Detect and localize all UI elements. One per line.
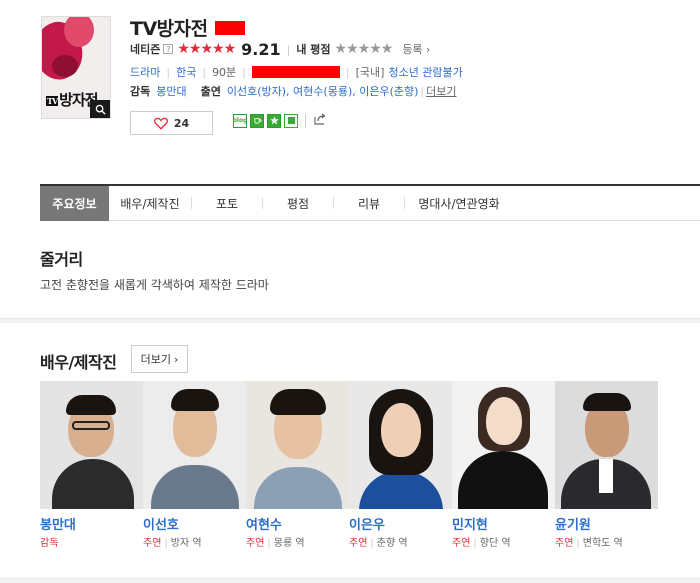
like-button[interactable]: 24 [130,111,213,135]
poster-flower-petal [64,17,94,47]
cast-card[interactable]: 봉만대 감독 [40,381,143,551]
redacted-block [251,66,340,78]
country-link[interactable]: 한국 [176,64,196,80]
memo-share-icon[interactable] [284,113,298,128]
divider: | [286,42,291,56]
cast-role: 주연 | 몽룡 역 [246,538,305,549]
share-icon[interactable] [313,112,327,129]
divider: | [202,65,207,79]
cast-photo[interactable] [143,381,246,509]
synopsis-text: 고전 춘향전을 새롭게 각색하여 제작한 드라마 [40,278,269,292]
bookmark-star-icon[interactable] [267,113,281,128]
like-count: 24 [173,116,190,130]
my-rating-stars[interactable]: ★★★★★ [335,41,394,57]
director-link[interactable]: 봉만대 [156,83,186,99]
cast-name[interactable]: 봉만대 [40,514,76,533]
chevron-right-icon: › [422,43,431,56]
section-divider [0,318,700,323]
cast-name[interactable]: 이은우 [349,514,385,533]
tab-rating[interactable]: 평점 [263,186,333,221]
cast-photo[interactable] [555,381,658,509]
cast-name[interactable]: 민지현 [452,514,488,533]
tab-photo[interactable]: 포토 [192,186,262,221]
share-bar: blog [233,112,327,129]
runtime: 90분 [212,66,237,79]
cast-card[interactable]: 이은우 주연 | 춘향 역 [349,381,452,551]
poster-flower-petal [52,55,78,77]
tab-cast-crew[interactable]: 배우/제작진 [109,186,191,221]
divider: | [345,65,350,79]
cast-name[interactable]: 윤기원 [555,514,591,533]
rating-row: 네티즌 ? ★★★★★ 9.21 | 내 평점 ★★★★★ 등록 › [130,39,430,59]
movie-poster[interactable]: TV 방자전 [41,16,111,119]
tab-bar: 주요정보 배우/제작진 포토 평점 리뷰 명대사/연관영화 [40,184,700,221]
cafe-share-icon[interactable] [250,113,264,128]
cast-heading: 배우/제작진 [40,353,117,372]
cast-list-link[interactable]: 이선호(방자), 여현수(몽룡), 이은우(춘향) [227,83,419,99]
divider: | [166,65,171,79]
divider [305,113,306,128]
cast-role: 주연 | 방자 역 [143,538,202,549]
page-title: TV방자전 [130,18,208,40]
netizen-stars: ★★★★★ [177,41,236,57]
cast-label: 출연 [200,85,221,98]
director-label: 감독 [130,85,151,98]
title-row: TV방자전 [130,14,245,41]
netizen-score: 9.21 [241,39,281,59]
cast-more-link[interactable]: 더보기 [426,83,456,99]
redacted-block [214,20,245,35]
credits-row: 감독 봉만대 출연 이선호(방자), 여현수(몽룡), 이은우(춘향) | 더보… [130,83,457,99]
cast-card[interactable]: 민지현 주연 | 향단 역 [452,381,555,551]
tab-main-info[interactable]: 주요정보 [40,185,109,221]
divider: | [242,65,246,79]
zoom-icon[interactable] [90,100,110,118]
cast-role: 주연 | 춘향 역 [349,538,408,549]
cast-card[interactable]: 이선호 주연 | 방자 역 [143,381,246,551]
cast-photo[interactable] [40,381,143,509]
blog-share-icon[interactable]: blog [233,113,247,128]
my-rating-label: 내 평점 [296,43,331,56]
cast-name[interactable]: 여현수 [246,514,282,533]
genre-link[interactable]: 드라마 [130,64,160,80]
synopsis-heading: 줄거리 [40,250,83,269]
cast-photo[interactable] [349,381,452,509]
heart-icon [153,117,168,130]
tab-quotes-related[interactable]: 명대사/연관영화 [405,186,513,221]
cast-more-button[interactable]: 더보기 › [131,345,188,373]
section-divider [0,578,700,583]
cast-card[interactable]: 여현수 주연 | 몽룡 역 [246,381,349,551]
cast-role: 감독 [40,538,59,549]
cast-role: 주연 | 변학도 역 [555,538,623,549]
region-label: [국내] [355,66,385,79]
age-rating-link[interactable]: 청소년 관람불가 [388,64,462,80]
cast-role: 주연 | 향단 역 [452,538,511,549]
cast-list: 봉만대 감독 이선호 주연 | 방자 역 여현수 주연 | 몽룡 역 이은우 주연 | 춘향… [40,381,658,551]
cast-photo[interactable] [452,381,555,509]
cast-photo[interactable] [246,381,349,509]
register-link[interactable]: 등록 › [402,41,430,57]
help-icon[interactable]: ? [163,44,174,54]
chevron-right-icon: › [173,352,179,366]
cast-name[interactable]: 이선호 [143,514,179,533]
tab-review[interactable]: 리뷰 [334,186,404,221]
netizen-rating-label: 네티즌 [130,43,161,56]
cast-card[interactable]: 윤기원 주연 | 변학도 역 [555,381,658,551]
divider: | [420,84,425,98]
info-row: 드라마 | 한국 | 90분 | | [국내] 청소년 관람불가 [130,64,463,80]
